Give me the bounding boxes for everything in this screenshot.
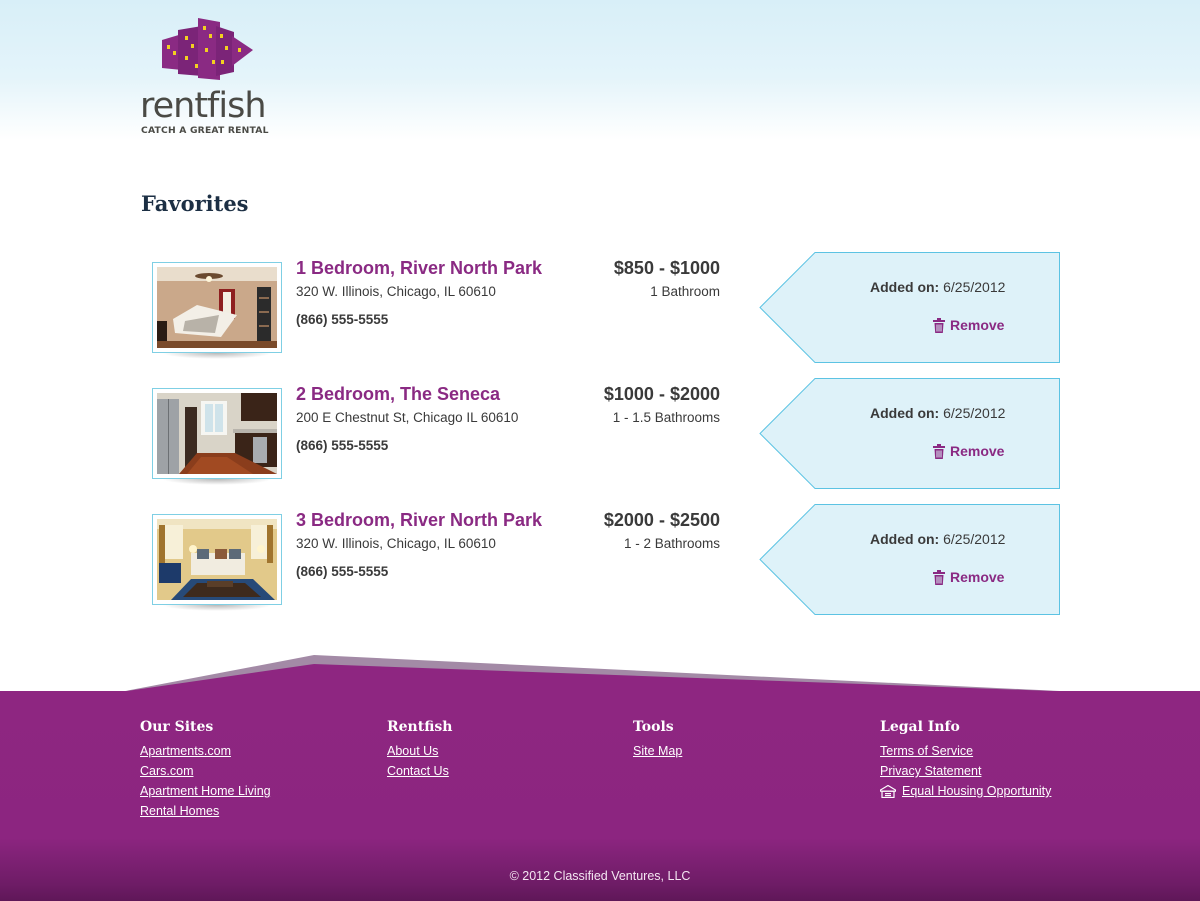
added-date: 6/25/2012 — [943, 531, 1006, 547]
footer-heading: Our Sites — [140, 719, 214, 735]
added-date: 6/25/2012 — [943, 405, 1006, 421]
added-on: Added on: 6/25/2012 — [870, 405, 1005, 421]
trash-icon — [933, 443, 945, 459]
favorite-listing: 3 Bedroom, River North Park 320 W. Illin… — [0, 504, 1200, 624]
fish-building-icon — [162, 18, 253, 80]
listing-photo-frame[interactable] — [152, 514, 282, 605]
footer-wave — [120, 655, 1080, 692]
remove-button[interactable]: Remove — [933, 442, 1004, 460]
added-label: Added on: — [870, 531, 940, 547]
listing-address: 320 W. Illinois, Chicago, IL 60610 — [296, 536, 496, 551]
remove-button[interactable]: Remove — [933, 568, 1004, 586]
remove-button[interactable]: Remove — [933, 316, 1004, 334]
listing-title[interactable]: 2 Bedroom, The Seneca — [296, 384, 500, 405]
added-on: Added on: 6/25/2012 — [870, 531, 1005, 547]
listing-title[interactable]: 3 Bedroom, River North Park — [296, 510, 542, 531]
remove-label: Remove — [950, 443, 1005, 459]
listing-price: $1000 - $2000 — [603, 384, 720, 404]
footer-link-equal-housing[interactable]: Equal Housing Opportunity — [902, 784, 1051, 799]
footer-link-rental-homes[interactable]: Rental Homes — [140, 804, 271, 819]
listing-phone: (866) 555-5555 — [296, 312, 389, 327]
footer-heading: Legal Info — [880, 719, 960, 735]
footer-link-apartment-home-living[interactable]: Apartment Home Living — [140, 784, 271, 799]
listing-address: 200 E Chestnut St, Chicago IL 60610 — [296, 410, 519, 425]
favorite-listing: 2 Bedroom, The Seneca 200 E Chestnut St,… — [0, 378, 1200, 498]
added-on: Added on: 6/25/2012 — [870, 279, 1005, 295]
listing-photo-frame[interactable] — [152, 262, 282, 353]
logo-wordmark: rentfish — [140, 86, 267, 126]
listing-phone: (866) 555-5555 — [296, 564, 389, 579]
added-label: Added on: — [870, 405, 940, 421]
favorite-listing: 1 Bedroom, River North Park 320 W. Illin… — [0, 252, 1200, 372]
listing-bathrooms: 1 - 1.5 Bathrooms — [612, 410, 720, 425]
favorite-tag — [759, 252, 1061, 364]
footer-link-privacy[interactable]: Privacy Statement — [880, 764, 1051, 779]
logo-tagline: CATCH A GREAT RENTAL — [141, 125, 269, 136]
remove-label: Remove — [950, 569, 1005, 585]
photo-shadow — [162, 479, 272, 485]
photo-shadow — [162, 353, 272, 359]
footer-column-tools: Tools Site Map — [633, 719, 682, 764]
listing-address: 320 W. Illinois, Chicago, IL 60610 — [296, 284, 496, 299]
photo-shadow — [162, 605, 272, 611]
trash-icon — [933, 569, 945, 585]
trash-icon — [933, 317, 945, 333]
remove-label: Remove — [950, 317, 1005, 333]
listing-bathrooms: 1 Bathroom — [650, 284, 720, 299]
favorite-tag — [759, 378, 1061, 490]
living-room-photo — [157, 519, 277, 600]
footer-link-site-map[interactable]: Site Map — [633, 744, 682, 759]
footer-column-our-sites: Our Sites Apartments.com Cars.com Apartm… — [140, 719, 271, 824]
listing-bathrooms: 1 - 2 Bathrooms — [623, 536, 720, 551]
footer-link-about-us[interactable]: About Us — [387, 744, 452, 759]
equal-housing-link[interactable]: Equal Housing Opportunity — [880, 784, 1051, 799]
footer-column-rentfish: Rentfish About Us Contact Us — [387, 719, 452, 784]
footer-link-terms[interactable]: Terms of Service — [880, 744, 1051, 759]
footer-link-apartments[interactable]: Apartments.com — [140, 744, 271, 759]
footer-link-cars[interactable]: Cars.com — [140, 764, 271, 779]
page-title: Favorites — [141, 191, 249, 216]
site-footer: Our Sites Apartments.com Cars.com Apartm… — [0, 691, 1200, 901]
listing-price: $850 - $1000 — [613, 258, 720, 278]
listing-title[interactable]: 1 Bedroom, River North Park — [296, 258, 542, 279]
kitchen-photo — [157, 393, 277, 474]
equal-housing-icon — [880, 785, 896, 798]
bedroom-photo — [157, 267, 277, 348]
rentfish-logo[interactable]: rentfish CATCH A GREAT RENTAL — [140, 18, 280, 138]
added-label: Added on: — [870, 279, 940, 295]
favorite-tag — [759, 504, 1061, 616]
listing-price: $2000 - $2500 — [603, 510, 720, 530]
footer-heading: Rentfish — [387, 719, 453, 735]
listing-photo-frame[interactable] — [152, 388, 282, 479]
footer-heading: Tools — [633, 719, 674, 735]
footer-link-contact-us[interactable]: Contact Us — [387, 764, 452, 779]
copyright: © 2012 Classified Ventures, LLC — [509, 869, 691, 883]
listing-phone: (866) 555-5555 — [296, 438, 389, 453]
footer-column-legal-info: Legal Info Terms of Service Privacy Stat… — [880, 719, 1051, 799]
added-date: 6/25/2012 — [943, 279, 1006, 295]
